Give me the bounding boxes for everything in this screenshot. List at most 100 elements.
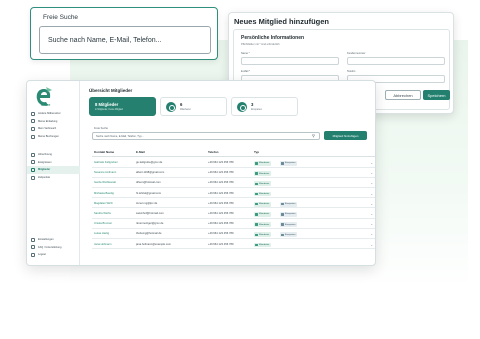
sidebar-item-usage[interactable]: Mein Verbrauch xyxy=(27,125,80,133)
column-header-email[interactable]: E-Mail xyxy=(136,150,145,154)
sidebar-item-faq[interactable]: FAQ / Unterstützung xyxy=(27,244,80,252)
member-email: drleon@hotmail.com xyxy=(136,181,161,185)
chevron-down-icon[interactable]: ⌄ xyxy=(370,222,373,226)
table-row[interactable]: Gabriele Kellgruben gu.kellgrube@gmx.de +4… xyxy=(92,158,375,168)
member-name[interactable]: Lukas Hartig xyxy=(94,232,109,235)
member-name[interactable]: Michaela Baudig xyxy=(94,192,114,195)
logout-icon xyxy=(31,252,35,257)
table-row[interactable]: Susanne Hofmann albert.1198@gmail.com +49 … xyxy=(92,168,375,178)
sidebar-item-bookings[interactable]: Meine Buchungen xyxy=(27,133,80,141)
table-row[interactable]: Ursula Brunner rknermetzger@gmx.de +49 664… xyxy=(92,219,375,229)
add-member-button[interactable]: Mitglied hinzufügen xyxy=(324,131,367,140)
sidebar-nav-middle: Abrechnung Ereignissen Mitglieder Zeitpu… xyxy=(27,151,80,181)
calendar-icon xyxy=(31,134,35,139)
users-icon xyxy=(31,111,35,116)
sidebar-nav-top: Andere Mitbenutzer Meine Einladung Mein … xyxy=(27,110,80,140)
stat-card-members[interactable]: 8 Mitglieder in Mitglieder, Keine Mitgli… xyxy=(89,97,156,116)
name-field[interactable] xyxy=(241,57,339,65)
logo-text: share xyxy=(41,103,51,107)
chevron-down-icon[interactable]: ⌄ xyxy=(370,171,373,175)
bolt-icon xyxy=(31,160,35,165)
chevron-down-icon[interactable]: ⌄ xyxy=(370,202,373,206)
stat-employees-value: 6 xyxy=(180,102,183,107)
sidebar-item-settings[interactable]: Einstellungen xyxy=(27,236,80,244)
type-badge-savings: Einsparten xyxy=(280,232,297,238)
member-name[interactable]: Gabriele Kellgruben xyxy=(94,161,118,164)
table-row[interactable]: Lukas Hartig thebeing@hotmail.de +49 664 1… xyxy=(92,229,375,239)
clock-icon xyxy=(31,175,35,180)
member-email: ht.lehriel@gmail.com xyxy=(136,191,162,195)
gear-icon xyxy=(31,237,35,242)
table-row[interactable]: Gerda Wroblewski drleon@hotmail.com +49 66… xyxy=(92,178,375,188)
member-phone: +49 664 123 456 789 xyxy=(208,181,234,185)
main-content: Übersicht Mitglieder 8 Mitglieder in Mit… xyxy=(80,81,375,265)
stat-savings-value: 3 xyxy=(251,102,254,107)
sidebar-item-logout[interactable]: Logout xyxy=(27,251,80,259)
type-badge-employee: Mitarbeiter xyxy=(254,232,271,238)
modal-title: Neues Mitglied hinzufügen xyxy=(234,17,329,26)
member-phone: +49 664 123 456 789 xyxy=(208,161,234,164)
filter-label: Freie Suche xyxy=(94,127,108,130)
stat-card-employees[interactable]: 6 Mitarbeiter xyxy=(160,97,227,116)
member-email: gu.kellgrube@gmx.de xyxy=(136,161,163,164)
sidebar-item-members[interactable]: Mitglieder xyxy=(27,166,80,174)
member-phone: +49 664 123 456 789 xyxy=(208,232,234,236)
member-phone: +49 664 123 456 789 xyxy=(208,242,234,246)
type-badge-employee: Mitarbeiter xyxy=(254,161,271,166)
stat-card-savings[interactable]: 3 Einsparten xyxy=(231,97,298,116)
sidebar-nav-bottom: Einstellungen FAQ / Unterstützung Logout xyxy=(27,236,80,259)
phone-field-label: Telefon xyxy=(347,70,356,73)
sidebar-item-events[interactable]: Ereignissen xyxy=(27,159,80,167)
save-button[interactable]: Speichern xyxy=(423,90,450,100)
sidebar: share Andere Mitbenutzer Meine Einladung… xyxy=(27,81,80,265)
sidebar-item-billing[interactable]: Abrechnung xyxy=(27,151,80,159)
chevron-down-icon[interactable]: ⌄ xyxy=(370,232,373,236)
chart-icon xyxy=(31,126,35,131)
column-header-name[interactable]: Kontakt Name xyxy=(94,150,114,154)
chevron-down-icon[interactable]: ⌄ xyxy=(370,243,373,247)
page-title: Übersicht Mitglieder xyxy=(89,88,133,93)
members-icon xyxy=(31,167,35,172)
member-phone: +49 664 123 456 789 xyxy=(208,191,234,195)
table-header: Kontakt Name E-Mail Telefon Typ xyxy=(92,149,375,157)
type-badge-employee: Mitarbeiter xyxy=(254,191,271,197)
member-email: rknermetzger@gmx.de xyxy=(136,222,164,226)
chevron-down-icon[interactable]: ⌄ xyxy=(370,212,373,216)
member-phone: +49 664 123 456 789 xyxy=(208,201,234,205)
email-field-label: E-Mail * xyxy=(241,70,251,73)
app-window: share Andere Mitbenutzer Meine Einladung… xyxy=(26,80,376,266)
mail-icon xyxy=(31,119,35,124)
column-header-type[interactable]: Typ xyxy=(254,150,259,154)
member-name[interactable]: Gerda Wroblewski xyxy=(94,181,116,184)
member-email: tomer.mg@tpc.de xyxy=(136,201,158,205)
savings-icon xyxy=(237,102,247,112)
table-row[interactable]: Michaela Baudig ht.lehriel@gmail.com +49 6… xyxy=(92,189,375,199)
type-badge-employee: Mitarbeiter xyxy=(254,171,271,176)
chevron-down-icon[interactable]: ⌄ xyxy=(370,161,373,165)
member-name[interactable]: Magdalen Wirth xyxy=(94,202,113,205)
sidebar-item-timepoints[interactable]: Zeitpunkte xyxy=(27,174,80,182)
column-header-phone[interactable]: Telefon xyxy=(208,150,218,154)
sidebar-item-invitation[interactable]: Meine Einladung xyxy=(27,118,80,126)
member-name[interactable]: Ursula Brunner xyxy=(94,222,112,225)
member-name[interactable]: Susanne Hofmann xyxy=(94,171,116,174)
member-name[interactable]: Sandra Weihs xyxy=(94,212,111,215)
name-field-label: Name * xyxy=(241,52,250,55)
search-icon[interactable]: ⚲ xyxy=(312,133,318,139)
member-search-input[interactable]: Suche nach Name, E-Mail, Telefon, Typ... xyxy=(92,132,320,140)
stat-members-value: 8 Mitglieder xyxy=(95,102,119,107)
member-email: albert.1198@gmail.com xyxy=(136,171,165,175)
cancel-button[interactable]: Abbrechen xyxy=(385,90,421,100)
sidebar-item-other-users[interactable]: Andere Mitbenutzer xyxy=(27,110,80,118)
member-name[interactable]: Jana Hofmann xyxy=(94,243,111,246)
table-row[interactable]: Jana Hofmann jana.hofmann@example.com +49 … xyxy=(92,240,375,250)
required-note: Pflichtfelder mit * sind erforderlich xyxy=(241,43,280,46)
customer-number-field[interactable] xyxy=(347,57,445,65)
table-row[interactable]: Magdalen Wirth tomer.mg@tpc.de +49 664 123… xyxy=(92,199,375,209)
type-badge-savings: Einsparten xyxy=(280,212,297,217)
free-search-input[interactable]: Suche nach Name, E-Mail, Telefon... xyxy=(39,26,211,54)
chevron-down-icon[interactable]: ⌄ xyxy=(370,192,373,196)
member-email: thebeing@hotmail.de xyxy=(136,232,162,236)
table-row[interactable]: Sandra Weihs sweinhof@hotmail.com +49 664 … xyxy=(92,209,375,219)
chevron-down-icon[interactable]: ⌄ xyxy=(370,181,373,185)
